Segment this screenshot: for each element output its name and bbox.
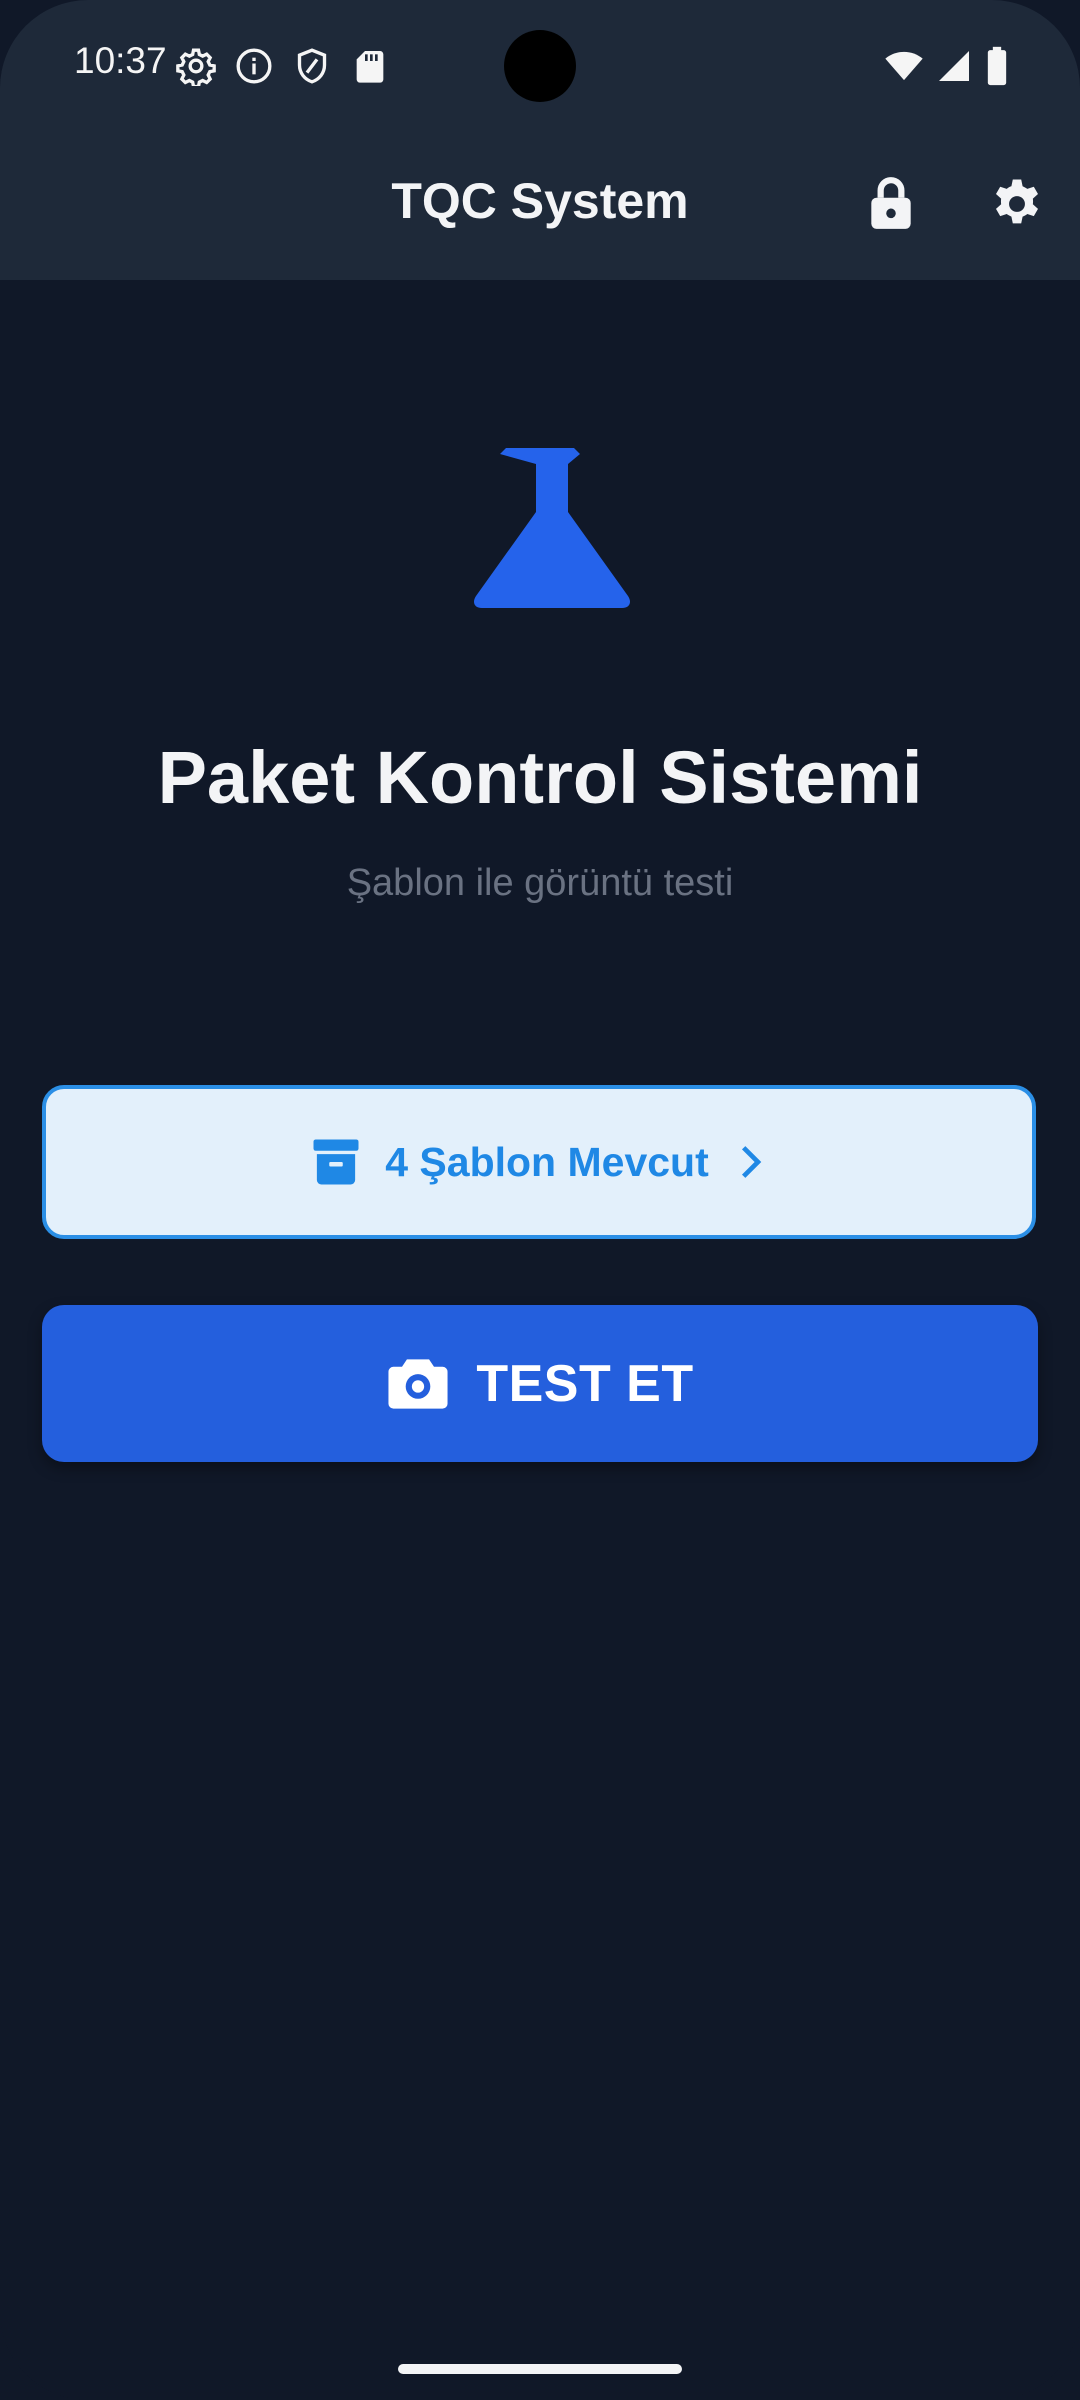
chevron-right-icon (741, 1146, 762, 1178)
lock-button[interactable] (855, 168, 927, 240)
page-title: Paket Kontrol Sistemi (157, 736, 923, 819)
status-icons-left (176, 46, 390, 86)
phone-screen: 10:37 TQC System Paket Kontrol Sistemi Ş… (0, 0, 1080, 2400)
archive-box-icon (313, 1139, 359, 1185)
app-bar: TQC System (0, 130, 1080, 280)
cell-signal-icon (939, 51, 969, 81)
battery-icon (987, 46, 1007, 86)
templates-label: 4 Şablon Mevcut (385, 1138, 709, 1185)
home-indicator[interactable] (398, 2364, 682, 2374)
test-button-label: TEST ET (476, 1354, 694, 1413)
templates-button[interactable]: 4 Şablon Mevcut (42, 1085, 1036, 1239)
settings-gear-icon (176, 48, 216, 86)
settings-icon (996, 179, 1038, 224)
flask-icon (474, 448, 630, 608)
page-subtitle: Şablon ile görüntü testi (346, 862, 734, 904)
lock-icon (871, 177, 911, 229)
status-bar: 10:37 (0, 0, 1080, 130)
wifi-icon (885, 51, 923, 81)
settings-button[interactable] (981, 168, 1053, 240)
camera-cutout (504, 30, 576, 102)
status-icons-right (884, 46, 1010, 86)
sd-card-icon (356, 51, 384, 83)
info-icon (236, 48, 272, 84)
status-time: 10:37 (74, 40, 167, 81)
camera-icon (388, 1358, 448, 1409)
test-button[interactable]: TEST ET (42, 1305, 1038, 1462)
shield-icon (297, 48, 327, 84)
